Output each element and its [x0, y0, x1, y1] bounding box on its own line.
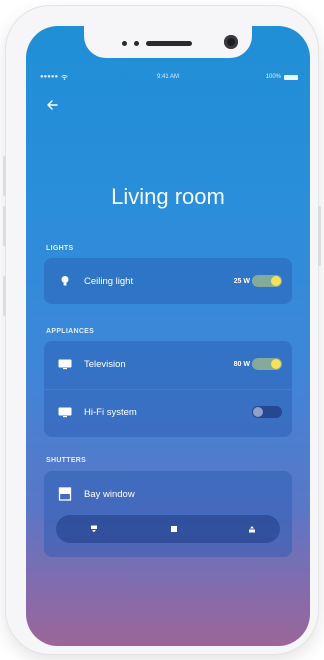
sensor-dot	[134, 41, 139, 46]
device-row-bay-window[interactable]: Bay window	[44, 475, 292, 513]
toggle-knob	[271, 276, 281, 286]
mute-switch	[3, 276, 6, 316]
shutter-stop-button[interactable]	[154, 515, 194, 543]
toggle-knob	[271, 359, 281, 369]
shutter-down-button[interactable]	[74, 515, 114, 543]
device-row-ceiling-light[interactable]: Ceiling light 25 W	[44, 262, 292, 300]
bulb-icon	[61, 276, 69, 286]
battery-label: 100%	[265, 74, 281, 80]
power-reading: 25 W	[233, 277, 250, 285]
power-reading: 80 W	[233, 360, 250, 368]
screen: ●●●●● 9:41 AM 100% Living room LIGHTS Ce…	[26, 26, 310, 646]
window-icon	[58, 487, 72, 501]
monitor-icon	[58, 407, 72, 418]
hifi-system-toggle[interactable]	[252, 406, 282, 418]
device-name: Ceiling light	[84, 275, 134, 287]
shutter-up-icon	[249, 526, 255, 533]
volume-down-button	[3, 206, 6, 246]
device-name: Hi-Fi system	[84, 406, 137, 418]
page-title: Living room	[111, 184, 225, 209]
device-row-hifi-system[interactable]: Hi-Fi system	[44, 393, 292, 431]
power-button	[318, 206, 321, 266]
phone-frame: ●●●●● 9:41 AM 100% Living room LIGHTS Ce…	[3, 6, 321, 654]
speaker-grille	[146, 41, 192, 46]
section-label-lights: LIGHTS	[46, 245, 74, 252]
camera-icon	[224, 35, 238, 49]
appliances-card: Television 80 W Hi-Fi system	[44, 341, 292, 437]
shutter-stop-icon	[171, 526, 177, 532]
shutters-card: Bay window	[44, 471, 292, 557]
back-arrow-icon[interactable]	[44, 96, 62, 114]
section-label-appliances: APPLIANCES	[46, 328, 95, 335]
volume-up-button	[3, 156, 6, 196]
sensor-dot	[122, 41, 127, 46]
lights-card: Ceiling light 25 W	[44, 258, 292, 304]
battery-icon	[284, 74, 298, 80]
television-toggle[interactable]	[252, 358, 282, 370]
shutter-down-icon	[91, 525, 97, 533]
divider	[44, 389, 292, 390]
device-name: Television	[84, 358, 126, 370]
status-bar: ●●●●● 9:41 AM 100%	[26, 74, 310, 86]
device-row-television[interactable]: Television 80 W	[44, 345, 292, 383]
ceiling-light-toggle[interactable]	[252, 275, 282, 287]
shutter-controls	[56, 515, 280, 543]
toggle-knob	[253, 407, 263, 417]
battery-indicator: 100%	[266, 74, 298, 80]
section-label-shutters: SHUTTERS	[46, 457, 87, 464]
shutter-up-button[interactable]	[232, 515, 272, 543]
device-name: Bay window	[84, 488, 135, 500]
tv-icon	[58, 359, 72, 370]
notch	[84, 26, 252, 58]
